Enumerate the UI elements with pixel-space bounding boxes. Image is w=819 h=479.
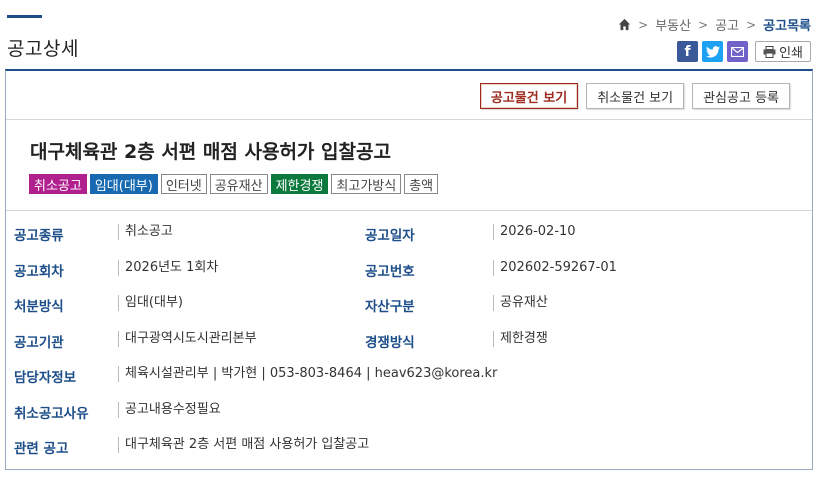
notice-date-value: 2026-02-10 <box>493 224 576 240</box>
tag-highest-price: 최고가방식 <box>331 174 402 194</box>
printer-icon <box>763 45 776 58</box>
title-accent-line <box>7 15 42 18</box>
divider <box>6 210 812 211</box>
breadcrumb-separator: > <box>746 17 757 32</box>
cancel-reason-label: 취소공고사유 <box>14 405 89 422</box>
register-interest-button[interactable]: 관심공고 등록 <box>692 83 790 109</box>
info-row: 공고회차 2026년도 1회차 공고번호 202602-59267-01 <box>14 251 804 287</box>
tag-total-amount: 총액 <box>404 174 439 194</box>
info-row: 처분방식 임대(대부) 자산구분 공유재산 <box>14 286 804 322</box>
print-button[interactable]: 인쇄 <box>755 41 811 62</box>
agency-value: 대구광역시도시관리본부 <box>118 330 257 347</box>
disposal-method-value: 임대(대부) <box>118 295 183 311</box>
notice-type-value: 취소공고 <box>118 224 173 240</box>
cancel-reason-value: 공고내용수정필요 <box>118 401 221 418</box>
breadcrumb-item-real-estate[interactable]: 부동산 <box>655 15 691 34</box>
info-row: 공고기관 대구광역시도시관리본부 경쟁방식 제한경쟁 <box>14 322 804 358</box>
contact-value: 체육시설관리부 | 박가현 | 053-803-8464 | heav623@k… <box>118 366 497 382</box>
notice-title: 대구체육관 2층 서편 매점 사용허가 입찰공고 <box>30 141 391 163</box>
home-icon[interactable] <box>618 18 631 31</box>
notice-number-label: 공고번호 <box>365 263 415 280</box>
breadcrumb-separator: > <box>638 17 649 32</box>
breadcrumb-current[interactable]: 공고목록 <box>763 15 811 34</box>
asset-type-value: 공유재산 <box>493 295 548 311</box>
view-items-button[interactable]: 공고물건 보기 <box>479 83 579 109</box>
tag-public-property: 공유재산 <box>209 174 268 194</box>
related-notice-label: 관련 공고 <box>14 441 69 457</box>
twitter-icon[interactable] <box>702 41 724 62</box>
facebook-icon[interactable]: f <box>677 41 699 62</box>
email-icon[interactable] <box>727 41 749 62</box>
breadcrumb-separator: > <box>698 17 709 32</box>
tag-internet: 인터넷 <box>160 174 207 194</box>
tag-limited-competition: 제한경쟁 <box>270 174 329 194</box>
notice-date-label: 공고일자 <box>365 228 415 244</box>
action-buttons: 공고물건 보기 취소물건 보기 관심공고 등록 <box>479 83 790 109</box>
disposal-method-label: 처분방식 <box>14 299 64 315</box>
notice-number-value: 202602-59267-01 <box>493 259 617 276</box>
competition-method-label: 경쟁방식 <box>365 334 415 351</box>
related-notice-link[interactable]: 대구체육관 2층 서편 매점 사용허가 입찰공고 <box>118 437 369 453</box>
breadcrumb-item-notice[interactable]: 공고 <box>715 15 739 34</box>
info-row: 관련 공고 대구체육관 2층 서편 매점 사용허가 입찰공고 <box>14 428 804 464</box>
notice-info-table: 공고종류 취소공고 공고일자 2026-02-10 공고회차 2026년도 1회… <box>14 215 804 464</box>
info-row: 취소공고사유 공고내용수정필요 <box>14 393 804 429</box>
view-cancelled-items-button[interactable]: 취소물건 보기 <box>586 83 685 109</box>
info-row: 공고종류 취소공고 공고일자 2026-02-10 <box>14 215 804 251</box>
competition-method-value: 제한경쟁 <box>493 330 548 347</box>
share-toolbar: f 인쇄 <box>677 41 811 62</box>
notice-round-label: 공고회차 <box>14 263 64 280</box>
info-row: 담당자정보 체육시설관리부 | 박가현 | 053-803-8464 | hea… <box>14 357 804 393</box>
notice-tags: 취소공고 임대(대부) 인터넷 공유재산 제한경쟁 최고가방식 총액 <box>29 174 439 194</box>
asset-type-label: 자산구분 <box>365 299 415 315</box>
page-title: 공고상세 <box>7 38 79 60</box>
tag-lease: 임대(대부) <box>89 174 158 194</box>
notice-round-value: 2026년도 1회차 <box>118 259 218 276</box>
notice-type-label: 공고종류 <box>14 228 64 244</box>
print-label: 인쇄 <box>779 46 803 61</box>
notice-detail-card: 공고물건 보기 취소물건 보기 관심공고 등록 대구체육관 2층 서편 매점 사… <box>5 69 813 470</box>
agency-label: 공고기관 <box>14 334 64 351</box>
contact-label: 담당자정보 <box>14 370 77 386</box>
breadcrumb: > 부동산 > 공고 > 공고목록 <box>618 15 811 34</box>
tag-cancelled: 취소공고 <box>29 174 87 194</box>
divider <box>6 119 812 120</box>
